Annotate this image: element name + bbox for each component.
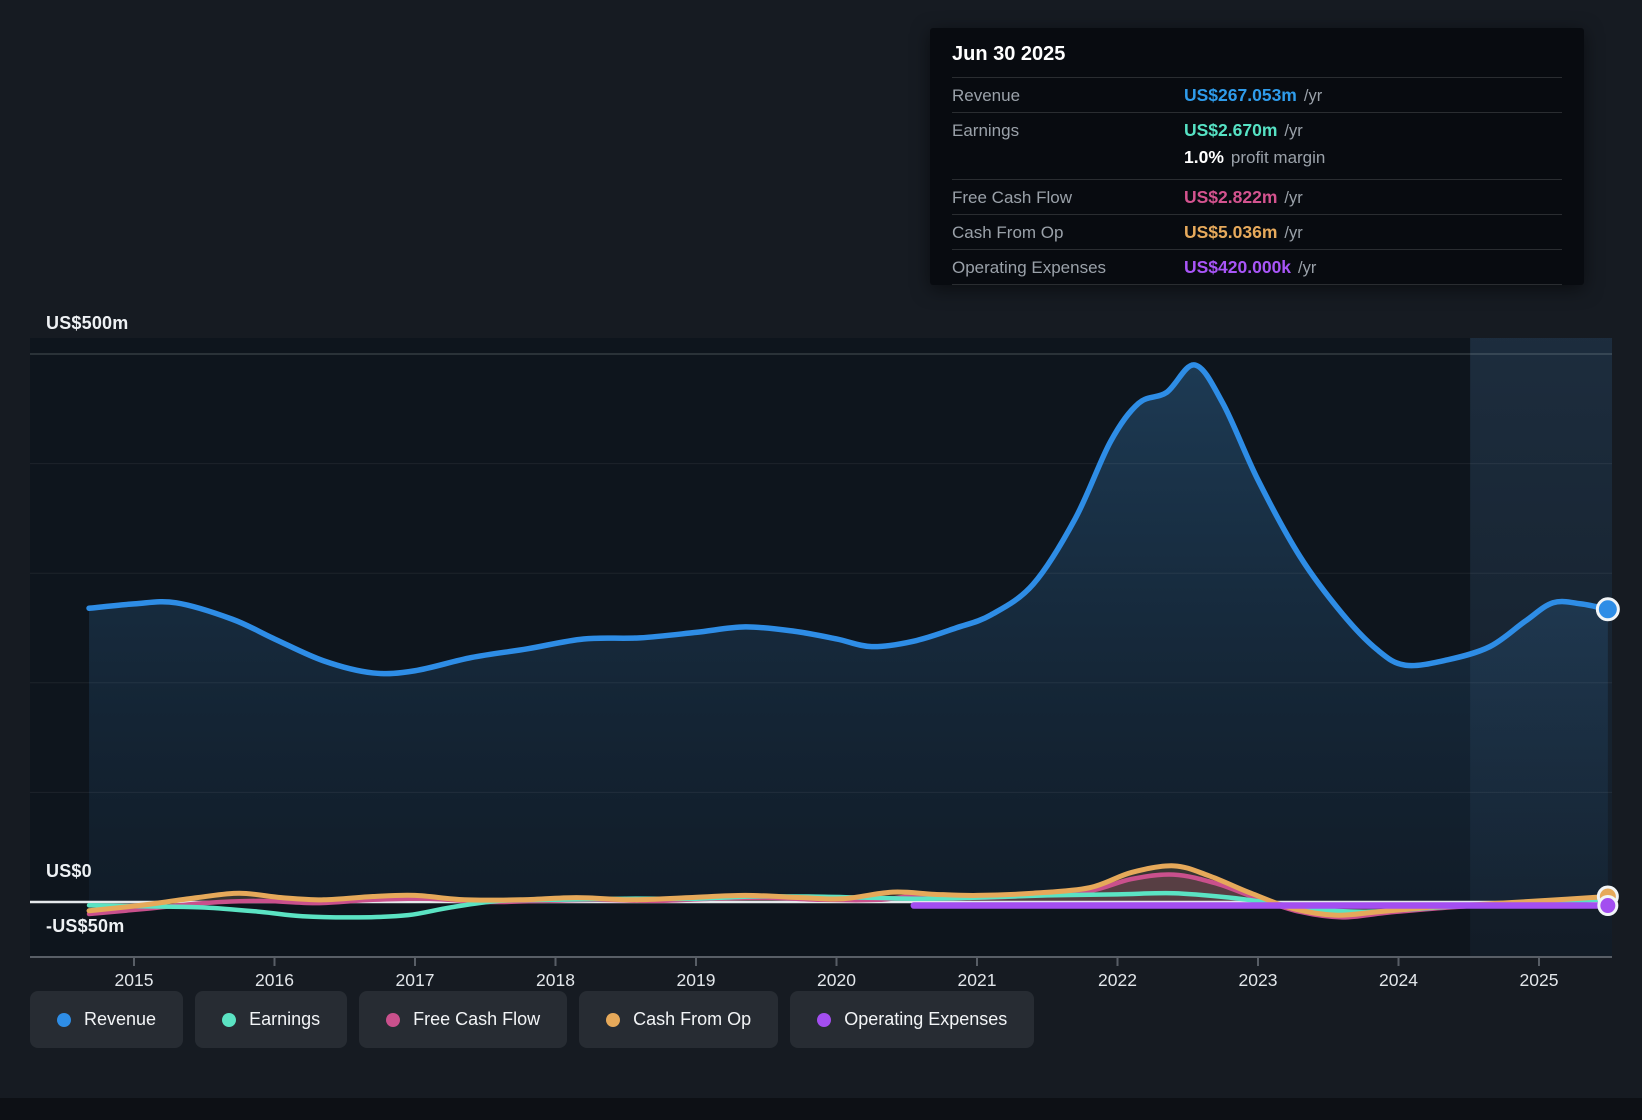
legend-item-fcf[interactable]: Free Cash Flow [359,991,568,1048]
tooltip-row-revenue: Revenue US$267.053m/yr [952,77,1562,112]
legend-item-opex[interactable]: Operating Expenses [790,991,1035,1048]
opex-endpoint-marker[interactable] [1597,895,1619,917]
x-axis-label-2018: 2018 [536,970,575,990]
revenue-endpoint-marker[interactable] [1595,597,1620,622]
tooltip-label-earnings: Earnings [952,120,1020,140]
x-axis-label-2022: 2022 [1098,970,1137,990]
x-axis-label-2024: 2024 [1379,970,1418,990]
tooltip-label-opex: Operating Expenses [952,257,1107,277]
tooltip-profit-margin-row: 1.0% profit margin [952,147,1562,179]
opex-legend-dot-icon [817,1012,832,1027]
tooltip-row-opex: Operating Expenses US$420.000k/yr [952,249,1562,284]
revenue-legend-dot-icon [57,1012,71,1027]
legend-label-fcf: Free Cash Flow [413,1009,541,1029]
tooltip-suffix-revenue: /yr [1303,86,1323,105]
legend-item-earnings[interactable]: Earnings [195,991,348,1048]
bottom-strip [0,1098,1642,1120]
x-axis-label-2016: 2016 [255,970,294,990]
tooltip-date: Jun 30 2025 [952,43,1066,65]
x-axis-label-2021: 2021 [957,970,997,990]
tooltip-label-revenue: Revenue [952,85,1021,105]
tooltip-value-revenue: US$267.053m [1184,84,1297,105]
tooltip-value-fcf: US$2.822m [1184,186,1278,207]
tooltip-label-cash_from_op: Cash From Op [952,222,1064,242]
tooltip-value-earnings: US$2.670m [1184,119,1278,140]
fcf-legend-dot-icon [386,1012,401,1027]
tooltip-suffix-fcf: /yr [1284,188,1303,207]
chart-tooltip: Jun 30 2025 Revenue US$267.053m/yr Earning… [930,28,1584,285]
y-axis-label-0m: US$0 [46,861,92,881]
y-axis-label-500m: US$500m [46,313,129,333]
x-axis-label-2025: 2025 [1519,970,1559,990]
tooltip-value-cash_from_op: US$5.036m [1184,221,1278,242]
profit-margin-value: 1.0% [1184,147,1224,167]
y-axis-label--50m: -US$50m [46,915,125,936]
tooltip-suffix-earnings: /yr [1284,121,1303,140]
earnings-legend-dot-icon [222,1012,237,1027]
x-axis-label-2015: 2015 [114,970,154,990]
tooltip-row-earnings: Earnings US$2.670m/yr [952,112,1562,147]
x-axis-label-2023: 2023 [1238,970,1278,990]
chart-legend: Revenue Earnings Free Cash Flow Cash From O… [30,991,1035,1048]
tooltip-value-opex: US$420.000k [1184,256,1292,277]
tooltip-label-fcf: Free Cash Flow [952,187,1072,207]
profit-margin-text: profit margin [1230,148,1326,167]
legend-label-earnings: Earnings [249,1009,321,1029]
earnings-revenue-chart-panel: US$500m US$0 -US$50m 2015 2016 2017 2018 2019 2… [0,0,1642,1120]
x-axis-label-2017: 2017 [395,970,435,990]
tooltip-row-fcf: Free Cash Flow US$2.822m/yr [952,179,1562,214]
tooltip-row-cash_from_op: Cash From Op US$5.036m/yr [952,214,1562,249]
tooltip-suffix-cash_from_op: /yr [1284,223,1303,242]
legend-label-revenue: Revenue [84,1009,157,1029]
tooltip-suffix-opex: /yr [1298,258,1317,277]
x-axis-label-2020: 2020 [817,970,856,990]
x-axis-label-2019: 2019 [676,970,716,990]
legend-label-opex: Operating Expenses [844,1009,1008,1029]
legend-item-revenue[interactable]: Revenue [30,991,184,1048]
cash_from_op-legend-dot-icon [606,1012,621,1027]
legend-item-cash_from_op[interactable]: Cash From Op [579,991,779,1048]
tooltip-bottom-divider [952,284,1562,285]
legend-label-cash_from_op: Cash From Op [633,1009,752,1029]
